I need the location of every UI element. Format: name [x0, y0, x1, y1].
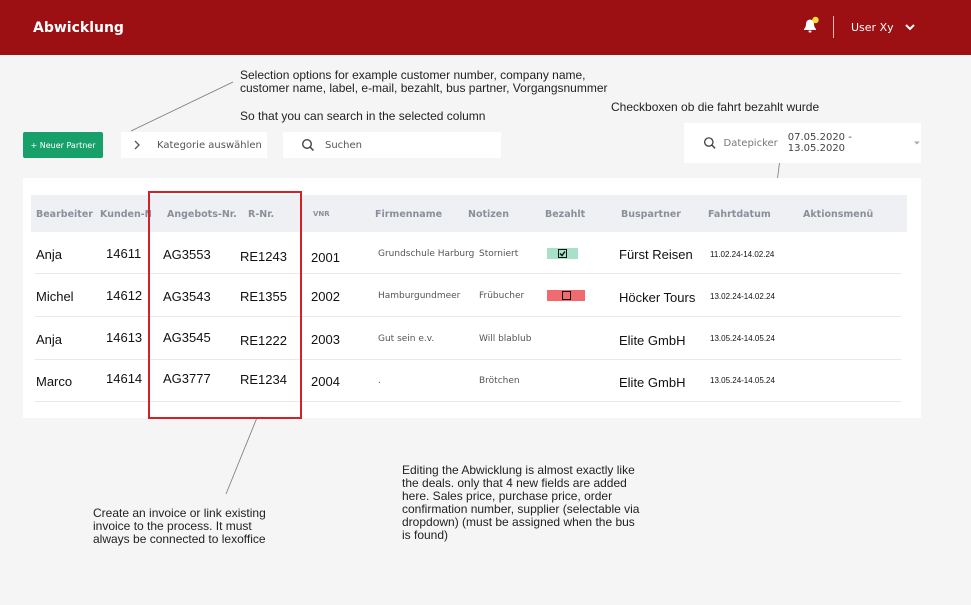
- header-divider: [833, 16, 834, 38]
- cell-bearbeiter: Michel: [36, 289, 74, 304]
- col-header-notizen[interactable]: Notizen: [468, 209, 509, 220]
- highlight-box: [148, 191, 302, 419]
- caret-down-icon: [914, 141, 921, 145]
- col-header-vnr[interactable]: VNR: [313, 210, 330, 218]
- cell-buspartner: Elite GmbH: [619, 333, 686, 348]
- col-header-buspartner[interactable]: Buspartner: [621, 209, 681, 220]
- cell-vnr: 2004: [311, 374, 340, 389]
- col-header-firmenname[interactable]: Firmenname: [375, 209, 442, 220]
- cell-firmenname: .: [378, 376, 381, 386]
- cell-bearbeiter: Anja: [36, 247, 63, 262]
- cell-buspartner: Fürst Reisen: [619, 247, 693, 262]
- search-placeholder: Suchen: [325, 139, 363, 151]
- cell-bearbeiter: Marco: [36, 374, 73, 389]
- cell-firmenname: Grundschule Harburg: [378, 249, 475, 259]
- search-icon: [703, 137, 716, 149]
- category-select[interactable]: Kategorie auswählen: [121, 132, 267, 158]
- col-header-kunden-nr[interactable]: Kunden-Nr.: [100, 209, 151, 220]
- cell-firmenname: Hamburgundmeer: [378, 291, 461, 301]
- cell-vnr: 2002: [311, 289, 340, 304]
- datepicker[interactable]: Datepicker 07.05.2020 - 13.05.2020: [684, 123, 921, 163]
- new-partner-button[interactable]: + Neuer Partner: [23, 132, 103, 158]
- cell-kunden-nr: 14614: [106, 371, 143, 386]
- paid-checkbox[interactable]: [547, 248, 578, 259]
- cell-fahrtdatum: 11.02.24-14.02.24: [710, 250, 775, 259]
- chevron-right-icon: [134, 140, 140, 150]
- paid-checkbox[interactable]: [547, 290, 585, 301]
- annotation-selection-options: Selection options for example customer n…: [240, 68, 608, 95]
- cell-notizen: Storniert: [479, 249, 519, 259]
- annotation-invoice-note: Create an invoice or link existing invoi…: [93, 506, 266, 546]
- cell-firmenname: Gut sein e.v.: [378, 334, 435, 344]
- annotation-checkbox-note: Checkboxen ob die fahrt bezahlt wurde: [611, 100, 820, 114]
- cell-vnr: 2001: [311, 250, 340, 265]
- cell-fahrtdatum: 13.02.24-14.02.24: [710, 292, 775, 301]
- checkbox-unchecked-icon: [561, 291, 571, 300]
- category-select-label: Kategorie auswählen: [157, 139, 262, 151]
- cell-fahrtdatum: 13.05.24-14.05.24: [710, 376, 775, 385]
- cell-kunden-nr: 14613: [106, 330, 143, 345]
- chevron-down-icon[interactable]: [903, 20, 917, 34]
- user-menu-name[interactable]: User Xy: [851, 21, 894, 34]
- cell-kunden-nr: 14611: [106, 246, 142, 261]
- cell-bearbeiter: Anja: [36, 332, 63, 347]
- cell-kunden-nr: 14612: [106, 288, 143, 303]
- cell-fahrtdatum: 13.05.24-14.05.24: [710, 334, 775, 343]
- col-header-bezahlt[interactable]: Bezahlt: [545, 209, 585, 220]
- page-title: Abwicklung: [33, 20, 124, 36]
- col-header-fahrtdatum[interactable]: Fahrtdatum: [708, 209, 771, 220]
- cell-vnr: 2003: [311, 332, 340, 347]
- search-icon: [301, 138, 315, 152]
- cell-buspartner: Höcker Tours: [619, 290, 696, 305]
- annotation-edit-note: Editing the Abwicklung is almost exactly…: [402, 463, 640, 542]
- checkbox-checked-icon: [558, 249, 567, 258]
- cell-notizen: Frübucher: [479, 291, 525, 301]
- datepicker-label: Datepicker: [723, 137, 778, 149]
- search-input[interactable]: Suchen: [283, 132, 501, 158]
- col-header-bearbeiter[interactable]: Bearbeiter: [36, 209, 93, 220]
- col-header-aktionsmenue[interactable]: Aktionsmenü: [803, 209, 873, 220]
- app-header: Abwicklung User Xy: [0, 0, 971, 55]
- date-range-value: 07.05.2020 - 13.05.2020: [787, 132, 852, 154]
- annotation-search-note: So that you can search in the selected c…: [240, 109, 486, 123]
- cell-buspartner: Elite GmbH: [619, 375, 686, 390]
- notification-bell-icon[interactable]: [800, 16, 820, 36]
- cell-notizen: Brötchen: [479, 376, 520, 386]
- cell-notizen: Will blablub: [479, 334, 532, 344]
